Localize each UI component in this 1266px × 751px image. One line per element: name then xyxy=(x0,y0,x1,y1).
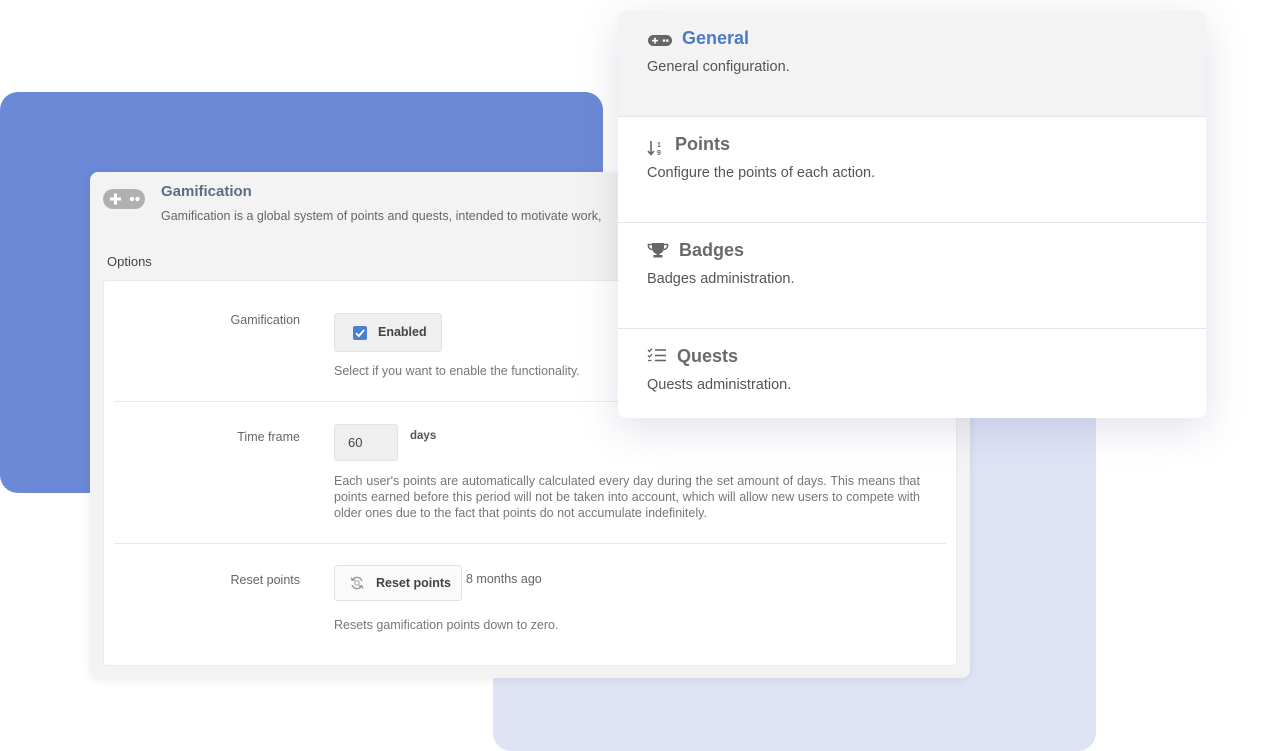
menu-item-general[interactable]: General General configuration. xyxy=(618,11,1206,117)
menu-item-badges-title: Badges xyxy=(679,240,745,260)
menu-item-points[interactable]: 1 9 Points Configure the points of each … xyxy=(618,117,1206,223)
time-frame-help: Each user's points are automatically cal… xyxy=(334,474,920,520)
menu-item-general-description: General configuration. xyxy=(647,59,790,75)
reset-points-button-label: Reset points xyxy=(376,576,452,590)
trophy-icon xyxy=(647,243,669,258)
options-heading: Options xyxy=(107,254,152,269)
checklist-icon xyxy=(647,348,666,362)
menu-item-points-title: Points xyxy=(675,134,731,154)
refresh-icon xyxy=(350,576,364,590)
time-frame-input[interactable] xyxy=(334,424,398,461)
panel-title: Gamification xyxy=(161,183,252,200)
gamification-help: Select if you want to enable the functio… xyxy=(334,364,580,378)
enabled-checkbox-button[interactable]: Enabled xyxy=(334,313,442,352)
gamification-label: Gamification xyxy=(230,313,300,327)
enabled-label: Enabled xyxy=(378,325,427,339)
panel-description: Gamification is a global system of point… xyxy=(161,209,602,223)
menu-item-points-description: Configure the points of each action. xyxy=(647,165,876,181)
time-frame-unit: days xyxy=(410,430,437,442)
last-reset-time: 8 months ago xyxy=(466,572,542,586)
reset-points-button[interactable]: Reset points xyxy=(334,565,462,601)
menu-item-quests-title: Quests xyxy=(677,346,739,366)
gamification-menu: General General configuration. 1 9 Point… xyxy=(618,11,1206,418)
reset-points-help: Resets gamification points down to zero. xyxy=(334,618,559,632)
gamepad-icon xyxy=(648,35,672,46)
gamepad-icon xyxy=(103,189,145,209)
reset-points-label: Reset points xyxy=(230,573,300,587)
sort-numeric-icon: 1 9 xyxy=(647,141,661,156)
menu-item-quests[interactable]: Quests Quests administration. xyxy=(618,329,1206,418)
checkbox-checked-icon xyxy=(353,326,367,340)
menu-item-general-title: General xyxy=(682,28,750,48)
time-frame-label: Time frame xyxy=(237,430,300,444)
menu-item-quests-description: Quests administration. xyxy=(647,377,792,393)
menu-item-badges[interactable]: Badges Badges administration. xyxy=(618,223,1206,329)
svg-text:1: 1 xyxy=(657,142,661,149)
menu-item-badges-description: Badges administration. xyxy=(647,271,795,287)
option-row-time-frame: Time frame days Each user's points are a… xyxy=(114,402,946,544)
svg-text:9: 9 xyxy=(657,150,661,156)
option-row-reset-points: Reset points Reset points 8 months ago R… xyxy=(114,544,946,664)
